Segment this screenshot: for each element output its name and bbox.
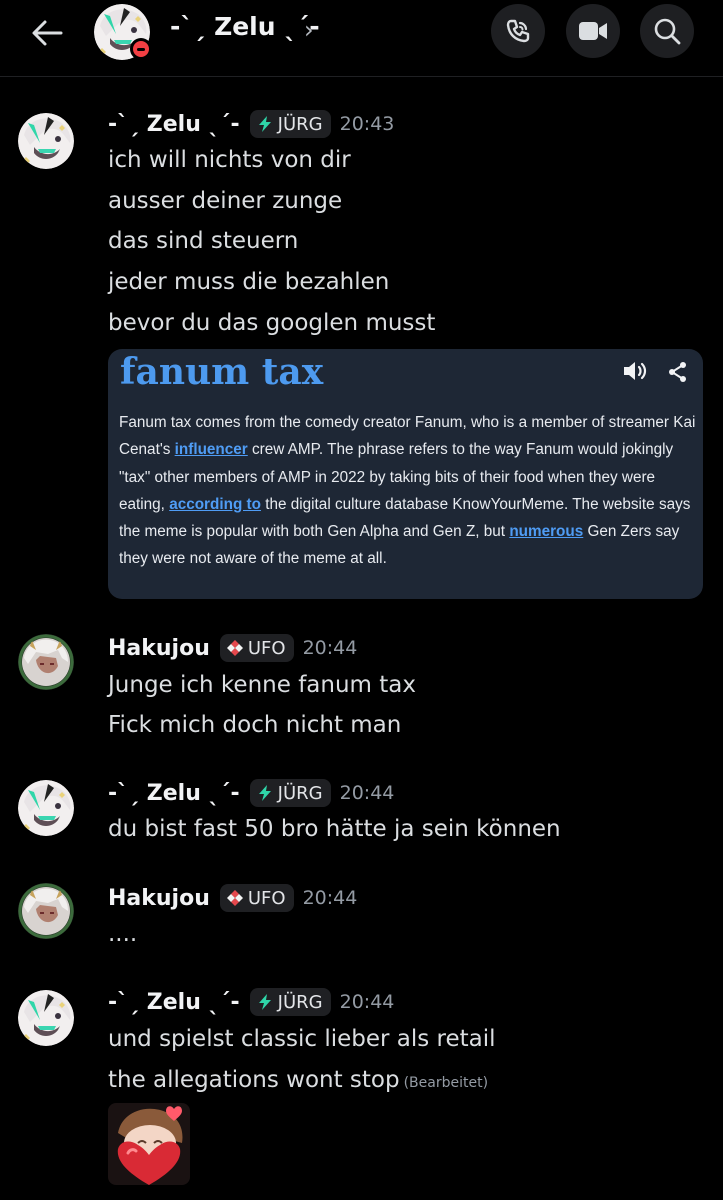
embed-text: Fanum tax comes from the comedy creator … (119, 414, 696, 568)
link-according-to[interactable]: according to (169, 496, 261, 513)
chevron-right-icon[interactable]: › (304, 16, 314, 44)
dnd-status-icon (130, 38, 152, 60)
phone-call-icon (506, 19, 530, 43)
message-line: Fick mich doch nicht man (108, 712, 402, 738)
edited-label: (Bearbeitet) (403, 1075, 489, 1091)
video-camera-icon (579, 22, 607, 40)
guild-tag[interactable]: UFO (219, 884, 294, 912)
message-header: -ˋˏ Zelu ˎˊ- JÜRG 20:44 (108, 779, 394, 807)
message-line: .... (108, 921, 138, 947)
embed-title: fanum tax (120, 351, 324, 393)
channel-title[interactable]: -ˋˏ Zelu ˎˊ- (170, 12, 320, 41)
lightning-bolt-icon (256, 993, 274, 1011)
arrow-left-icon (32, 20, 63, 46)
message-header: Hakujou UFO 20:44 (108, 884, 357, 912)
search-icon (654, 18, 681, 45)
timestamp: 20:44 (302, 887, 358, 909)
link-numerous[interactable]: numerous (509, 523, 583, 540)
message-text: the allegations wont stop (108, 1067, 400, 1093)
message-line: bevor du das googlen musst (108, 310, 436, 336)
guild-tag[interactable]: JÜRG (249, 779, 331, 807)
timestamp: 20:44 (339, 991, 395, 1013)
username[interactable]: -ˋˏ Zelu ˎˊ- (108, 781, 240, 806)
guild-tag-label: UFO (247, 637, 286, 659)
message-line: jeder muss die bezahlen (108, 269, 390, 295)
timestamp: 20:44 (339, 782, 395, 804)
guild-tag-label: UFO (247, 887, 286, 909)
lightning-bolt-icon (256, 115, 274, 133)
guild-tag[interactable]: JÜRG (249, 988, 331, 1016)
avatar[interactable] (18, 780, 74, 836)
sticker-image[interactable] (108, 1103, 190, 1185)
heart-sticker-icon (108, 1103, 190, 1185)
avatar[interactable] (18, 990, 74, 1046)
timestamp: 20:44 (302, 637, 358, 659)
avatar[interactable] (18, 113, 74, 169)
share-icon (669, 362, 686, 382)
message-line: das sind steuern (108, 228, 299, 254)
message-line: du bist fast 50 bro hätte ja sein können (108, 816, 561, 842)
speaker-icon (624, 362, 647, 380)
message-line: the allegations wont stop (Bearbeitet) (108, 1067, 488, 1093)
timestamp: 20:43 (339, 113, 395, 135)
message-header: -ˋˏ Zelu ˎˊ- JÜRG 20:43 (108, 110, 394, 138)
video-call-button[interactable] (566, 4, 620, 58)
link-influencer[interactable]: influencer (175, 441, 248, 458)
guild-tag-label: JÜRG (277, 113, 323, 135)
message-line: Junge ich kenne fanum tax (108, 672, 416, 698)
username[interactable]: Hakujou (108, 636, 210, 661)
guild-tag-label: JÜRG (277, 991, 323, 1013)
lightning-bolt-icon (256, 784, 274, 802)
message-header: Hakujou UFO 20:44 (108, 634, 357, 662)
channel-header: -ˋˏ Zelu ˎˊ- › (0, 0, 723, 77)
guild-tag[interactable]: JÜRG (249, 110, 331, 138)
back-button[interactable] (24, 10, 70, 56)
message-header: -ˋˏ Zelu ˎˊ- JÜRG 20:44 (108, 988, 394, 1016)
avatar[interactable] (18, 883, 74, 939)
guild-tag[interactable]: UFO (219, 634, 294, 662)
voice-call-button[interactable] (491, 4, 545, 58)
message-line: und spielst classic lieber als retail (108, 1026, 496, 1052)
guild-tag-label: JÜRG (277, 782, 323, 804)
ufo-icon (226, 639, 244, 657)
message-line: ich will nichts von dir (108, 147, 351, 173)
search-button[interactable] (640, 4, 694, 58)
avatar[interactable] (18, 634, 74, 690)
ufo-icon (226, 889, 244, 907)
username[interactable]: -ˋˏ Zelu ˎˊ- (108, 112, 240, 137)
username[interactable]: -ˋˏ Zelu ˎˊ- (108, 990, 240, 1015)
username[interactable]: Hakujou (108, 886, 210, 911)
image-attachment[interactable]: fanum tax Fanum tax comes from the comed… (108, 349, 703, 599)
message-line: ausser deiner zunge (108, 188, 343, 214)
